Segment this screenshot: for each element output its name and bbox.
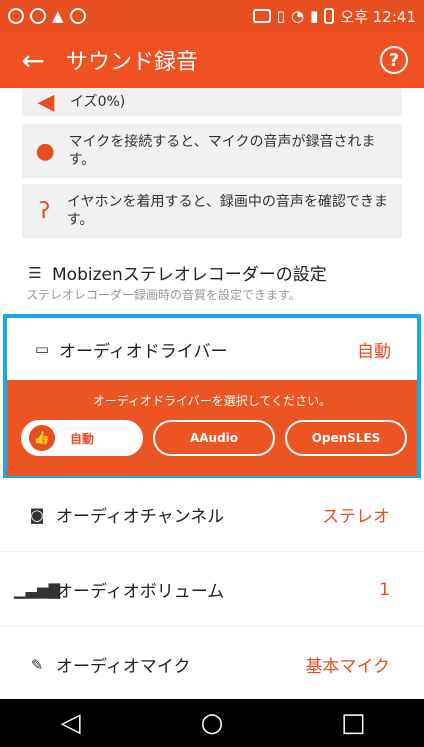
row-label-text: オーディオボリューム xyxy=(56,582,225,602)
row-label: ✎ オーディオマイク xyxy=(28,652,191,678)
thumbs-up-icon: 👍 xyxy=(29,425,55,451)
volume-bars-icon: ▁▃▅▇ xyxy=(13,580,61,599)
option-opensles[interactable]: OpenSLES xyxy=(285,420,407,456)
status-time: 오후 12:41 xyxy=(340,7,416,26)
drive-icon: ▭ xyxy=(34,340,50,358)
speaker-box-icon: ◙ xyxy=(29,505,45,524)
stereo-recorder-heading: ☰ Mobizenステレオレコーダーの設定 xyxy=(26,260,327,286)
download-icon xyxy=(69,8,86,24)
audio-volume-row[interactable]: ▁▃▅▇ オーディオボリューム 1 xyxy=(0,553,424,627)
option-aaudio[interactable]: AAudio xyxy=(153,420,275,456)
microphone-icon: ✎ xyxy=(30,655,44,674)
status-bar: ▲ ▯ ◔ ▮ 오후 12:41 xyxy=(0,0,424,32)
nav-home-button[interactable]: ○ xyxy=(182,708,242,738)
row-label: ◙ オーディオチャンネル xyxy=(28,502,225,528)
app-notification-icon xyxy=(30,8,46,24)
audio-channel-row[interactable]: ◙ オーディオチャンネル ステレオ xyxy=(0,478,424,552)
navigation-bar: ◁ ○ □ xyxy=(0,699,424,747)
settings-content[interactable]: ◀ イズ0%) ● マイクを接続すると、マイクの音声が録音されます。 ʔ イヤホ… xyxy=(0,88,424,699)
equalizer-icon: ☰ xyxy=(28,263,42,282)
app-bar: ← サウンド録音 ? xyxy=(0,32,424,88)
tip-speaker: ◀ イズ0%) xyxy=(22,88,402,116)
driver-prompt: オーディオドライバーを選択してください。 xyxy=(92,394,332,408)
ear-icon: ʔ xyxy=(38,198,51,224)
audio-mic-row[interactable]: ✎ オーディオマイク 基本マイク xyxy=(0,628,424,699)
row-label-text: オーディオチャンネル xyxy=(56,507,225,527)
signal-icon: ▮ xyxy=(310,7,319,25)
tip-text: イズ0%) xyxy=(70,94,126,110)
section-subtitle: ステレオレコーダー録画時の音質を設定できます。 xyxy=(26,288,301,302)
driver-label-text: オーディオドライバー xyxy=(59,341,228,362)
microphone-icon: ● xyxy=(35,138,55,164)
option-label: 自動 xyxy=(69,431,94,446)
row-label: ▁▃▅▇ オーディオボリューム xyxy=(13,577,225,603)
row-value: 1 xyxy=(379,579,390,600)
help-button[interactable]: ? xyxy=(380,46,408,74)
vibrate-icon: ▯ xyxy=(276,7,286,25)
tip-earphone: ʔ イヤホンを着用すると、録画中の音声を確認できます。 xyxy=(22,184,402,238)
audio-driver-section: ▭ オーディオドライバー 自動 オーディオドライバーを選択してください。 👍 自… xyxy=(3,314,421,478)
tip-text: マイクを接続すると、マイクの音声が録音されます。 xyxy=(68,134,376,168)
section-title: Mobizenステレオレコーダーの設定 xyxy=(52,265,327,285)
tip-microphone: ● マイクを接続すると、マイクの音声が録音されます。 xyxy=(22,124,402,178)
row-label-text: オーディオマイク xyxy=(56,657,191,677)
driver-value: 自動 xyxy=(357,341,391,362)
option-auto[interactable]: 👍 自動 xyxy=(21,420,143,456)
wifi-icon: ◔ xyxy=(291,7,305,25)
option-label: AAudio xyxy=(189,431,239,445)
speaker-icon: ◀ xyxy=(37,89,55,115)
warning-icon: ▲ xyxy=(52,7,64,25)
app-notification-icon xyxy=(8,8,24,24)
tip-text: イヤホンを着用すると、録画中の音声を確認できます。 xyxy=(66,194,388,228)
nav-recents-button[interactable]: □ xyxy=(323,708,383,738)
cast-icon xyxy=(252,9,271,23)
audio-driver-row[interactable]: ▭ オーディオドライバー 自動 xyxy=(11,322,413,376)
page-title: サウンド録音 xyxy=(66,50,199,75)
row-value: ステレオ xyxy=(322,507,390,527)
back-button[interactable]: ← xyxy=(0,32,66,88)
status-right-icons: ▯ ◔ ▮ 오후 12:41 xyxy=(252,6,416,27)
arrow-left-icon: ← xyxy=(21,43,45,77)
battery-icon xyxy=(324,8,335,24)
nav-back-button[interactable]: ◁ xyxy=(41,708,101,738)
status-left-icons: ▲ xyxy=(8,7,86,25)
audio-driver-label: ▭ オーディオドライバー xyxy=(33,337,228,362)
driver-options-panel: オーディオドライバーを選択してください。 👍 自動 AAudio OpenSLE… xyxy=(7,380,417,476)
row-value: 基本マイク xyxy=(305,657,390,677)
option-label: OpenSLES xyxy=(311,431,381,445)
